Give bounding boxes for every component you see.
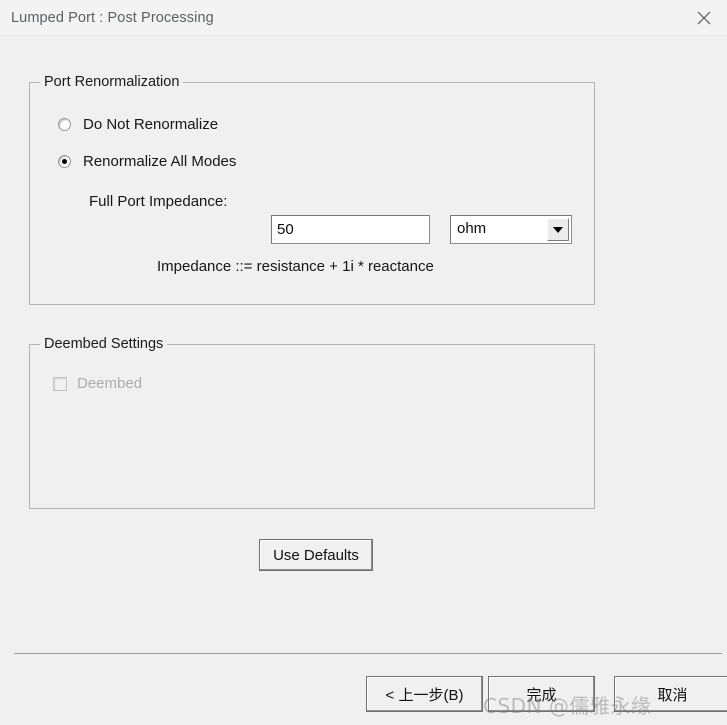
window-title: Lumped Port : Post Processing bbox=[11, 10, 214, 26]
impedance-unit-value: ohm bbox=[457, 220, 487, 237]
radio-do-not-renormalize-label: Do Not Renormalize bbox=[83, 116, 219, 133]
deembed-settings-group: Deembed Settings Deembed bbox=[29, 336, 595, 509]
radio-icon-checked bbox=[58, 155, 71, 168]
cancel-button[interactable]: 取消 bbox=[614, 676, 727, 712]
radio-renormalize-all-modes-label: Renormalize All Modes bbox=[83, 153, 237, 170]
impedance-unit-select[interactable]: ohm bbox=[450, 215, 572, 244]
radio-do-not-renormalize[interactable]: Do Not Renormalize bbox=[58, 116, 218, 133]
footer-separator bbox=[14, 653, 722, 654]
full-port-impedance-label: Full Port Impedance: bbox=[89, 193, 228, 210]
close-icon[interactable] bbox=[681, 0, 727, 36]
radio-renormalize-all-modes[interactable]: Renormalize All Modes bbox=[58, 153, 236, 170]
port-renormalization-group-title: Port Renormalization bbox=[40, 74, 184, 90]
radio-icon-unchecked bbox=[58, 118, 71, 131]
checkbox-icon-unchecked bbox=[53, 376, 67, 391]
port-renormalization-group: Port Renormalization Do Not Renormalize … bbox=[29, 74, 595, 305]
impedance-formula-hint: Impedance ::= resistance + 1i * reactanc… bbox=[157, 258, 434, 275]
title-bar: Lumped Port : Post Processing bbox=[0, 0, 727, 36]
dialog-body: Port Renormalization Do Not Renormalize … bbox=[0, 36, 727, 725]
use-defaults-button[interactable]: Use Defaults bbox=[259, 539, 373, 571]
deembed-checkbox: Deembed bbox=[53, 375, 142, 392]
full-port-impedance-input[interactable] bbox=[271, 215, 430, 244]
deembed-checkbox-label: Deembed bbox=[77, 375, 143, 392]
finish-button[interactable]: 完成 bbox=[488, 676, 595, 712]
back-button[interactable]: < 上一步(B) bbox=[366, 676, 483, 712]
chevron-down-icon[interactable] bbox=[547, 218, 569, 241]
deembed-settings-group-title: Deembed Settings bbox=[40, 336, 168, 352]
